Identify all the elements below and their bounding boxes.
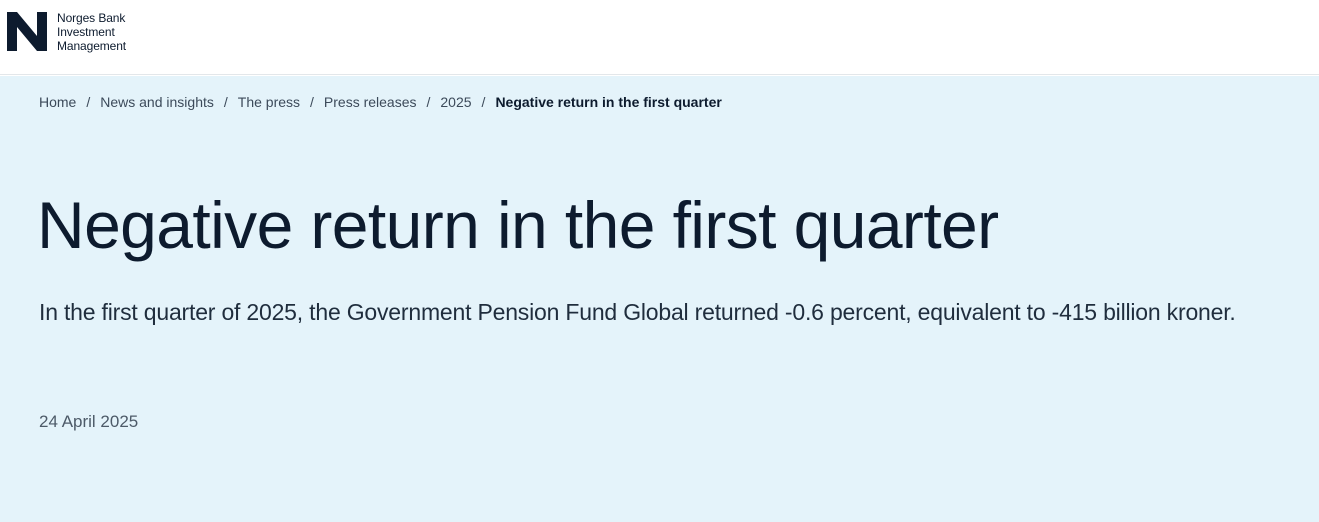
site-header: Norges Bank Investment Management bbox=[0, 0, 1319, 75]
brand-name: Norges Bank Investment Management bbox=[57, 11, 126, 53]
brand-name-line-3: Management bbox=[57, 39, 127, 53]
article-hero: Home / News and insights / The press / P… bbox=[0, 76, 1319, 522]
publish-date: 24 April 2025 bbox=[39, 412, 139, 431]
breadcrumb-current: Negative return in the first quarter bbox=[495, 94, 722, 110]
breadcrumb-press-releases[interactable]: Press releases bbox=[324, 93, 417, 111]
nbim-logo-link[interactable]: Norges Bank Investment Management bbox=[7, 11, 126, 53]
breadcrumb-separator: / bbox=[223, 94, 228, 110]
breadcrumb-2025[interactable]: 2025 bbox=[440, 93, 471, 111]
breadcrumb-home[interactable]: Home bbox=[39, 93, 76, 111]
breadcrumb-news-and-insights[interactable]: News and insights bbox=[100, 93, 214, 111]
page-title: Negative return in the first quarter bbox=[37, 188, 999, 262]
article-lead: In the first quarter of 2025, the Govern… bbox=[39, 299, 1236, 325]
brand-name-line-1: Norges Bank bbox=[57, 11, 126, 25]
brand-name-line-2: Investment bbox=[57, 25, 115, 39]
breadcrumb-the-press[interactable]: The press bbox=[238, 93, 300, 111]
nbim-logo-icon bbox=[7, 12, 47, 51]
breadcrumb-separator: / bbox=[310, 94, 314, 110]
breadcrumb-separator: / bbox=[426, 94, 431, 110]
breadcrumb: Home / News and insights / The press / P… bbox=[39, 93, 722, 111]
breadcrumb-separator: / bbox=[86, 94, 91, 110]
breadcrumb-separator: / bbox=[481, 94, 486, 110]
